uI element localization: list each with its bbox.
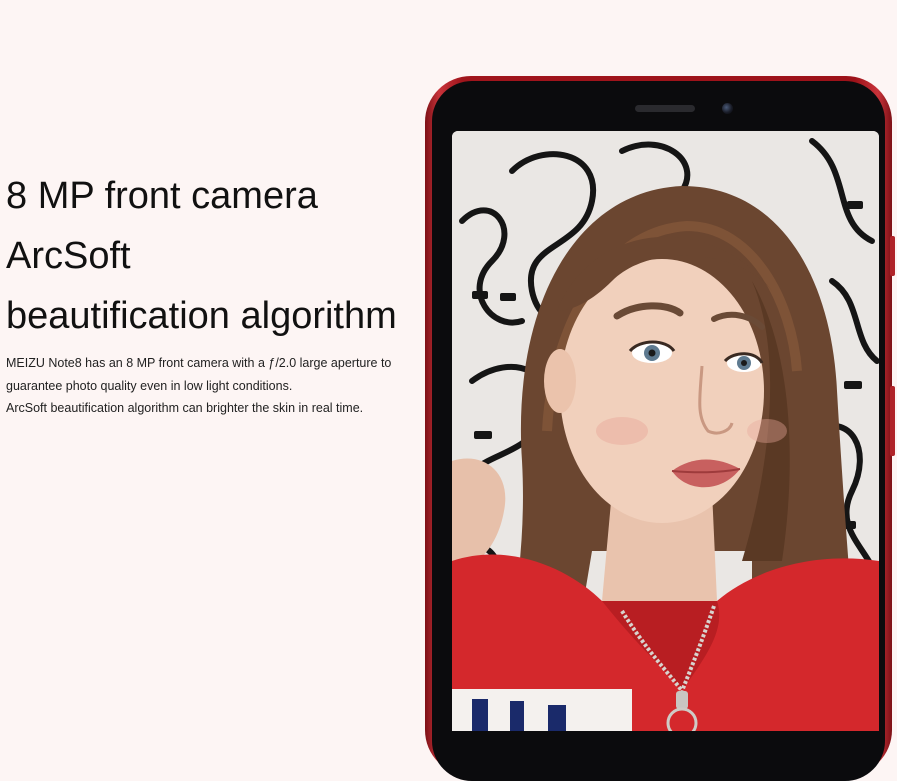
headline-line-algorithm: beautification algorithm <box>6 295 397 337</box>
front-camera-lens <box>722 103 733 114</box>
phone-front-panel <box>432 81 885 781</box>
description: MEIZU Note8 has an 8 MP front camera wit… <box>6 352 421 420</box>
headline: 8 MP front camera ArcSoft beautification… <box>6 166 426 346</box>
description-line: ArcSoft beautification algorithm can bri… <box>6 401 364 415</box>
phone-screen <box>452 131 879 731</box>
description-line: guarantee photo quality even in low ligh… <box>6 378 293 393</box>
headline-line-arcsoft: ArcSoft <box>6 235 131 277</box>
description-line: MEIZU Note8 has an 8 MP front camera wit… <box>6 356 392 370</box>
headline-line-camera: 8 MP front camera <box>6 175 318 217</box>
selfie-photo <box>452 131 879 731</box>
earpiece-speaker <box>635 105 695 112</box>
phone-side-button <box>890 236 895 276</box>
phone-image <box>425 76 897 781</box>
phone-side-button <box>890 386 895 456</box>
